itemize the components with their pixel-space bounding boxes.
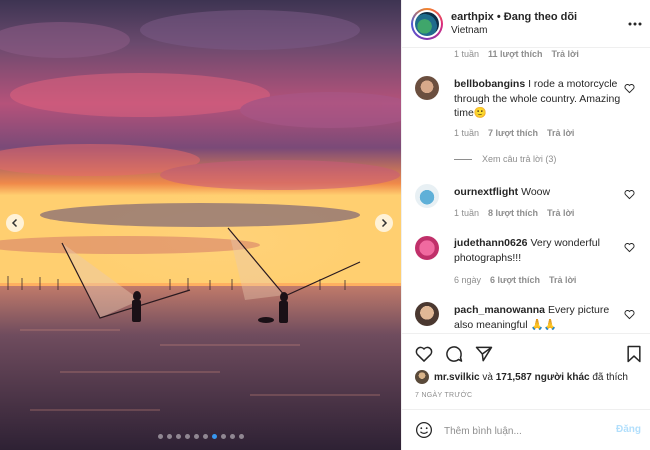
reply-button[interactable]: Trả lời xyxy=(547,208,574,218)
avatar xyxy=(415,370,429,384)
post-side-panel: earthpix • Đang theo dõi Vietnam 1 tuần … xyxy=(401,0,650,450)
bookmark-icon[interactable] xyxy=(624,344,644,364)
emoji-icon[interactable] xyxy=(415,421,433,439)
comment-meta: 1 tuần 11 lượt thích Trả lời xyxy=(454,49,579,59)
post-location[interactable]: Vietnam xyxy=(451,24,577,37)
comment-text: judethann0626 Very wonderful photographs… xyxy=(454,236,624,265)
comment-username[interactable]: ournextflight xyxy=(454,186,518,198)
comment-meta: 1 tuần 8 lượt thích Trả lời xyxy=(454,208,574,218)
likes-summary[interactable]: mr.svilkic và 171,587 người khác đã thíc… xyxy=(415,370,628,384)
comment-input[interactable] xyxy=(444,423,604,439)
avatar[interactable] xyxy=(415,236,439,260)
carousel-dot xyxy=(166,434,172,439)
carousel-dot xyxy=(238,434,244,439)
comment-username[interactable]: judethann0626 xyxy=(454,237,528,249)
liker-username[interactable]: mr.svilkic xyxy=(434,372,480,383)
carousel-indicator xyxy=(0,434,401,439)
sunset-photo xyxy=(0,0,401,450)
comment-text: pach_manowanna Every picture also meanin… xyxy=(454,303,624,332)
likes-suffix: đã thích xyxy=(592,371,628,383)
carousel-dot xyxy=(184,434,190,439)
carousel-dot xyxy=(157,434,163,439)
heart-icon[interactable] xyxy=(414,344,434,364)
comment-username[interactable]: bellbobangins xyxy=(454,78,525,90)
comments-list[interactable]: 1 tuần 11 lượt thích Trả lời bellbobangi… xyxy=(402,48,650,333)
add-comment-bar: Đăng xyxy=(402,409,650,450)
comment-text: bellbobangins I rode a motorcycle throug… xyxy=(454,77,624,121)
view-replies-label: Xem câu trả lời (3) xyxy=(482,154,557,164)
earth-avatar-image xyxy=(415,11,439,36)
comment-likes[interactable]: 6 lượt thích xyxy=(490,275,540,285)
carousel-dot-active xyxy=(211,434,217,439)
chevron-right-icon xyxy=(381,218,388,228)
carousel-dot xyxy=(175,434,181,439)
next-photo-button[interactable] xyxy=(375,214,393,232)
heart-icon[interactable] xyxy=(624,83,635,94)
previous-photo-button[interactable] xyxy=(6,214,24,232)
post-comment-button[interactable]: Đăng xyxy=(616,424,641,435)
post-actions: mr.svilkic và 171,587 người khác đã thíc… xyxy=(402,333,650,409)
carousel-dot xyxy=(220,434,226,439)
comment-likes[interactable]: 7 lượt thích xyxy=(488,128,538,138)
reply-button[interactable]: Trả lời xyxy=(547,128,574,138)
view-replies-button[interactable]: Xem câu trả lời (3) xyxy=(454,154,556,164)
reply-button[interactable]: Trả lời xyxy=(551,49,578,59)
post-photo[interactable] xyxy=(0,0,401,450)
following-status-button[interactable]: Đang theo dõi xyxy=(504,11,577,23)
carousel-dot xyxy=(193,434,199,439)
avatar[interactable] xyxy=(411,7,443,40)
avatar[interactable] xyxy=(415,302,439,326)
more-options-icon[interactable] xyxy=(627,16,643,32)
carousel-dot xyxy=(229,434,235,439)
reply-button[interactable]: Trả lời xyxy=(549,275,576,285)
heart-icon[interactable] xyxy=(624,189,635,200)
comment-time: 1 tuần xyxy=(454,49,480,59)
comment-text: ournextflight Woow xyxy=(454,185,624,200)
comment-time: 6 ngày xyxy=(454,275,482,285)
separator-dot: • xyxy=(496,11,501,23)
chevron-left-icon xyxy=(11,218,18,228)
heart-icon[interactable] xyxy=(624,309,635,320)
others-count[interactable]: 171,587 người khác xyxy=(496,372,590,383)
share-icon[interactable] xyxy=(474,344,494,364)
divider xyxy=(454,158,472,160)
comment-icon[interactable] xyxy=(444,344,464,364)
avatar[interactable] xyxy=(415,184,439,208)
post-header: earthpix • Đang theo dõi Vietnam xyxy=(402,0,650,48)
post-username[interactable]: earthpix xyxy=(451,11,494,23)
comment-username[interactable]: pach_manowanna xyxy=(454,304,545,316)
avatar[interactable] xyxy=(415,76,439,100)
comment-time: 1 tuần xyxy=(454,208,480,218)
post-date: 7 NGÀY TRƯỚC xyxy=(415,392,473,399)
comment-likes[interactable]: 8 lượt thích xyxy=(488,208,538,218)
heart-icon[interactable] xyxy=(624,242,635,253)
comment-meta: 6 ngày 6 lượt thích Trả lời xyxy=(454,275,576,285)
likes-connector: và xyxy=(482,371,493,383)
carousel-dot xyxy=(202,434,208,439)
comment-likes[interactable]: 11 lượt thích xyxy=(488,49,542,59)
comment-body: Woow xyxy=(521,186,551,198)
comment-time: 1 tuần xyxy=(454,128,480,138)
comment-meta: 1 tuần 7 lượt thích Trả lời xyxy=(454,128,574,138)
